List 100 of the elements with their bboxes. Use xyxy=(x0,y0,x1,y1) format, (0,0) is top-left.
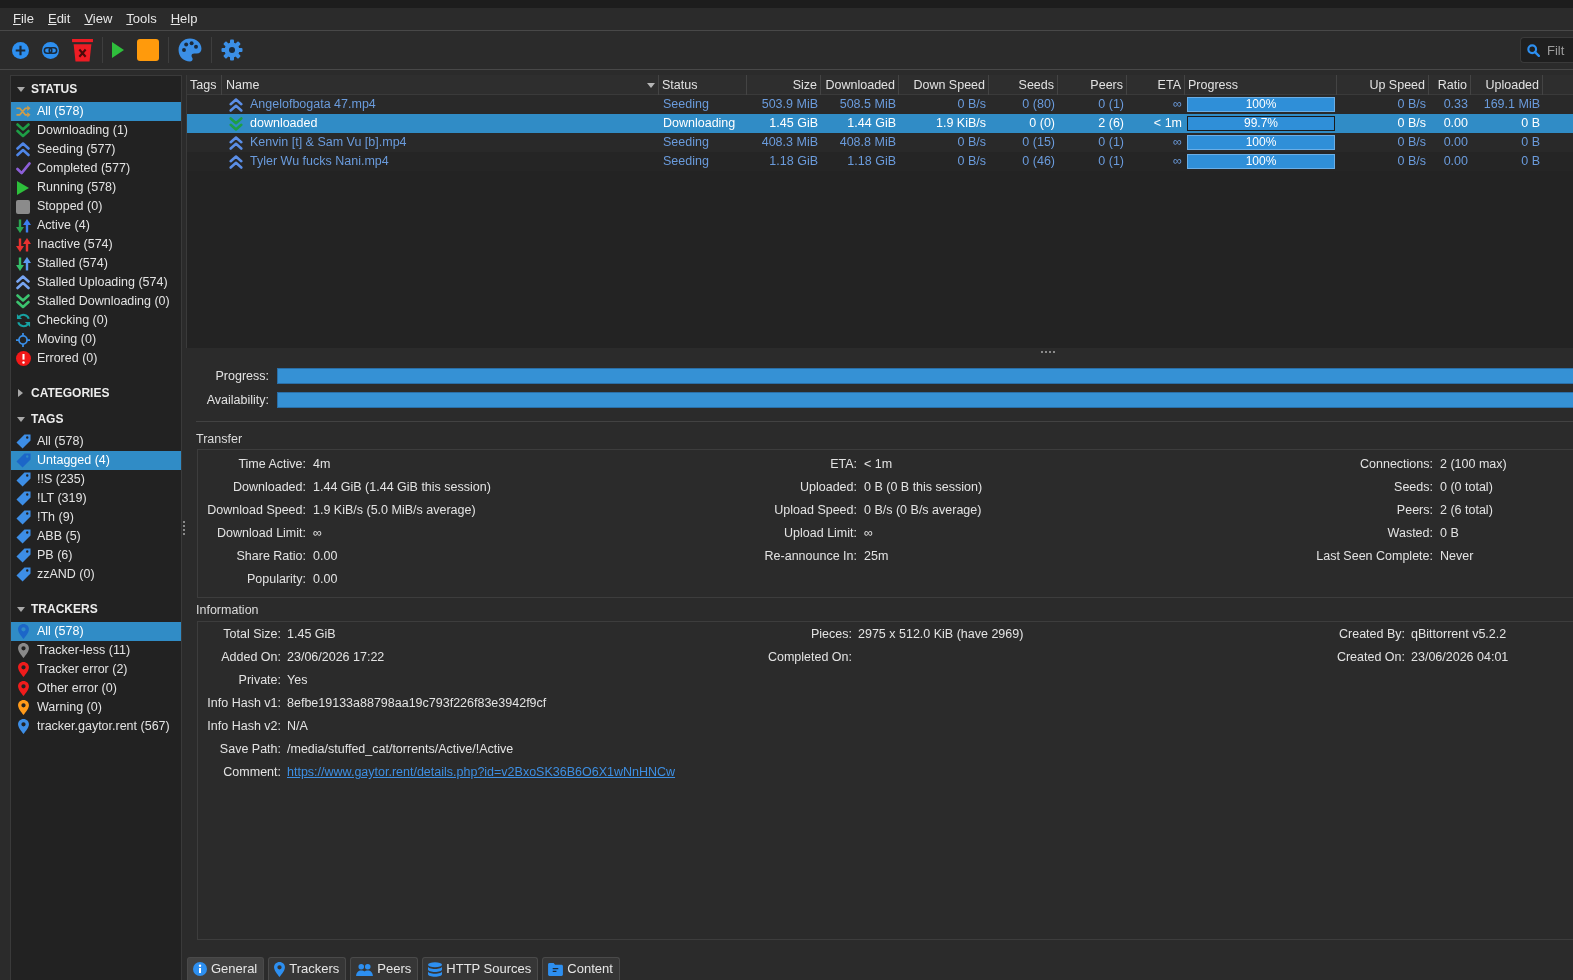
tab[interactable]: Peers xyxy=(350,957,419,980)
sidebar-item[interactable]: Tracker-less (11) xyxy=(11,641,181,660)
sidebar-item[interactable]: !Th (9) xyxy=(11,508,181,527)
torrent-row[interactable]: Angelofbogata 47.mp4 Seeding 503.9 MiB 508.5 MiB 0 B/s 0 (80) 0 (1) ∞ 100% 0 B/s 0.33 169.1 MiB xyxy=(187,95,1573,114)
field-value: 4m xyxy=(313,457,331,472)
table-cell-text: 0.00 xyxy=(1442,154,1469,169)
section-header[interactable]: TAGS xyxy=(11,406,181,432)
search-field[interactable]: Filt xyxy=(1520,37,1573,63)
sidebar-item[interactable]: Running (578) xyxy=(11,178,181,197)
tab[interactable]: General xyxy=(187,957,265,980)
tag-icon xyxy=(15,510,31,525)
sidebar-item[interactable]: Inactive (574) xyxy=(11,235,181,254)
tab[interactable]: Trackers xyxy=(268,957,347,980)
field-label: Uploaded: xyxy=(800,480,857,495)
section-header[interactable]: TRACKERS xyxy=(11,596,181,622)
section-header[interactable]: CATEGORIES xyxy=(11,380,181,406)
table-cell-text: 0.00 xyxy=(1442,135,1469,150)
play-icon xyxy=(17,180,29,195)
folder-icon xyxy=(548,962,564,976)
double-chevron-down-icon xyxy=(16,123,30,138)
table-cell-text: ∞ xyxy=(1172,154,1183,169)
field-label: Connections: xyxy=(1360,457,1433,472)
sidebar-item[interactable]: !!S (235) xyxy=(11,470,181,489)
field-value: ∞ xyxy=(313,526,322,541)
sidebar-item[interactable]: PB (6) xyxy=(11,546,181,565)
torrent-row[interactable]: Kenvin [t] & Sam Vu [b].mp4 Seeding 408.3 MiB 408.8 MiB 0 B/s 0 (15) 0 (1) ∞ 100% 0 B/s 0.00 0 B xyxy=(187,133,1573,152)
sidebar-item[interactable]: Warning (0) xyxy=(11,698,181,717)
sidebar-item[interactable]: zzAND (0) xyxy=(11,565,181,584)
progress-text: 100% xyxy=(1245,135,1277,150)
palette-icon xyxy=(178,38,202,62)
sidebar-item[interactable]: Untagged (4) xyxy=(11,451,181,470)
sort-arrow-icon xyxy=(647,82,655,88)
tab[interactable]: Content xyxy=(542,957,620,980)
table-cell-text: 408.8 MiB xyxy=(838,135,897,150)
field-value: Yes xyxy=(287,673,308,688)
table-cell-text: 0 B xyxy=(1520,116,1541,131)
comment-link[interactable]: https://www.gaytor.rent/details.php?id=v2BxoSK36B6O6X1wNnHNCw xyxy=(287,765,676,780)
field-label: Re-announce In: xyxy=(764,549,857,564)
field-label: Created By: xyxy=(1339,627,1405,642)
table-cell-text: 0 (1) xyxy=(1097,154,1125,169)
double-chevron-down-icon xyxy=(229,116,243,131)
field-value: 2975 x 512.0 KiB (have 2969) xyxy=(858,627,1024,642)
field-value: 0 (0 total) xyxy=(1440,480,1493,495)
menu-item[interactable]: Help xyxy=(163,11,205,27)
group-title: Information xyxy=(196,602,259,619)
table-cell-text: 0 B/s xyxy=(1396,135,1427,150)
menu-item[interactable]: Edit xyxy=(40,11,78,27)
sidebar-item[interactable]: All (578) xyxy=(11,432,181,451)
sidebar-item[interactable]: All (578) xyxy=(11,622,181,641)
sidebar-item[interactable]: Checking (0) xyxy=(11,311,181,330)
field-value: 0 B xyxy=(1440,526,1459,541)
section-header[interactable]: STATUS xyxy=(11,76,181,102)
field-value: 0.00 xyxy=(313,572,338,587)
play-icon xyxy=(112,42,124,58)
table-cell-text: 0 B/s xyxy=(1396,97,1427,112)
table-cell-text: 0 (15) xyxy=(1021,135,1056,150)
sidebar-item[interactable]: ABB (5) xyxy=(11,527,181,546)
splitter-grip-icon[interactable] xyxy=(1041,350,1055,353)
field-value: 2 (6 total) xyxy=(1440,503,1493,518)
sidebar-item[interactable]: !LT (319) xyxy=(11,489,181,508)
sidebar-item[interactable]: Completed (577) xyxy=(11,159,181,178)
error-icon xyxy=(15,351,31,366)
field-label: ETA: xyxy=(830,457,857,472)
sidebar-item[interactable]: All (578) xyxy=(11,102,181,121)
circular-arrows-icon xyxy=(15,313,31,328)
sidebar-item[interactable]: tracker.gaytor.rent (567) xyxy=(11,717,181,736)
field-value: 23/06/2026 17:22 xyxy=(287,650,385,665)
field-label: Upload Limit: xyxy=(784,526,857,541)
sidebar-item[interactable]: Moving (0) xyxy=(11,330,181,349)
menu-item[interactable]: Tools xyxy=(119,11,164,27)
torrent-row[interactable]: downloaded Downloading 1.45 GiB 1.44 GiB 1.9 KiB/s 0 (0) 2 (6) < 1m 99.7% 0 B/s 0.00 0 B xyxy=(187,114,1573,133)
sidebar-item[interactable]: Stalled Downloading (0) xyxy=(11,292,181,311)
sidebar-item[interactable]: Other error (0) xyxy=(11,679,181,698)
delete-button[interactable] xyxy=(69,36,96,64)
search-icon xyxy=(1527,44,1540,57)
table-cell-text: 0 (0) xyxy=(1028,116,1056,131)
tag-icon xyxy=(15,548,31,563)
field-value: 2 (100 max) xyxy=(1440,457,1507,472)
table-cell-text: 1.44 GiB xyxy=(846,116,897,131)
table-cell-text: ∞ xyxy=(1172,97,1183,112)
torrent-name: Kenvin [t] & Sam Vu [b].mp4 xyxy=(250,135,407,150)
sidebar-item[interactable]: Seeding (577) xyxy=(11,140,181,159)
sidebar-item[interactable]: Stopped (0) xyxy=(11,197,181,216)
menu-item[interactable]: View xyxy=(77,11,120,27)
sidebar-item[interactable]: Tracker error (2) xyxy=(11,660,181,679)
double-chevron-down-icon xyxy=(16,294,30,309)
field-label: Seeds: xyxy=(1394,480,1433,495)
sidebar-item[interactable]: Stalled (574) xyxy=(11,254,181,273)
sidebar-item[interactable]: Downloading (1) xyxy=(11,121,181,140)
sidebar-item[interactable]: Stalled Uploading (574) xyxy=(11,273,181,292)
menu-item[interactable]: File xyxy=(6,11,41,27)
tag-icon xyxy=(15,453,31,468)
stop-button[interactable] xyxy=(134,36,162,64)
sidebar-item[interactable]: Errored (0) xyxy=(11,349,181,368)
sidebar-item[interactable]: Active (4) xyxy=(11,216,181,235)
double-chevron-up-icon xyxy=(229,135,243,150)
tab[interactable]: HTTP Sources xyxy=(422,957,539,980)
pin-icon xyxy=(274,961,286,977)
field-value: 8efbe19133a88798aa19c793f226f83e3942f9cf xyxy=(287,696,547,711)
tag-icon xyxy=(15,529,31,544)
